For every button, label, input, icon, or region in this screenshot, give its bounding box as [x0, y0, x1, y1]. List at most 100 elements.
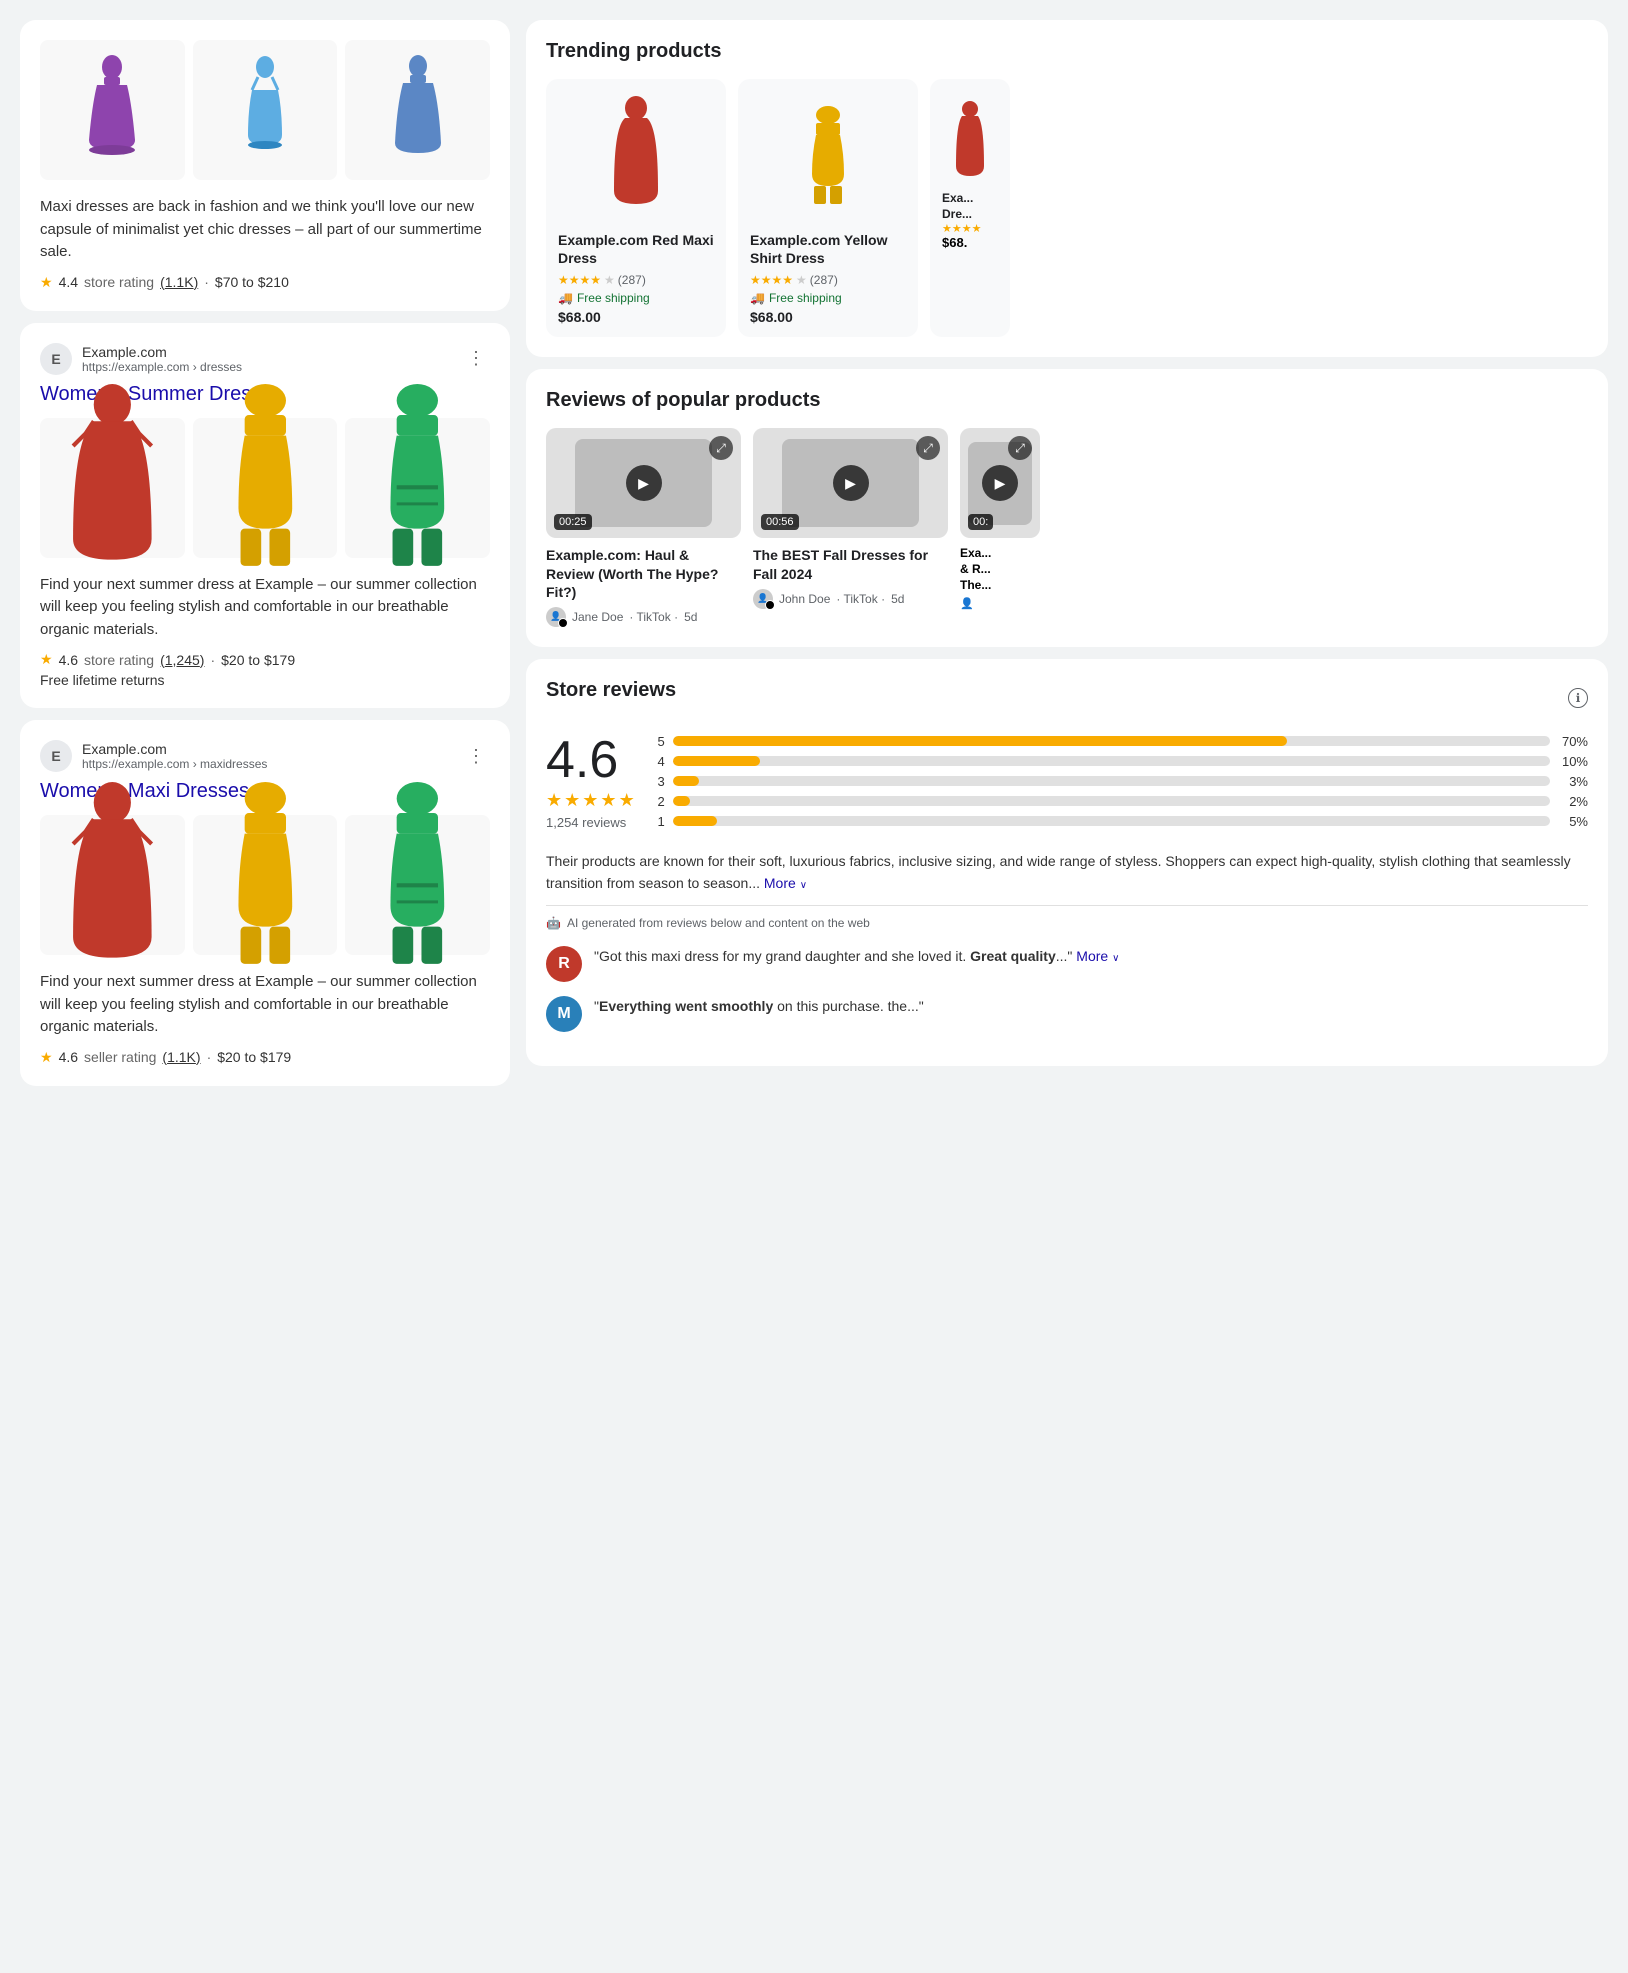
reviewer-avatar-2: M: [546, 996, 582, 1032]
bar-track-3: [673, 776, 1550, 786]
expand-icon-1[interactable]: ⤢: [709, 436, 733, 460]
bar-label-5: 5: [655, 734, 665, 749]
bar-fill-4: [673, 756, 761, 766]
rating-bars: 5 70% 4 10% 3 3% 2: [655, 734, 1588, 834]
author-avatar-1: 👤: [546, 607, 566, 627]
ai-more-link[interactable]: More ∨: [764, 875, 807, 891]
product-img-red: [558, 91, 714, 221]
product-card-2-title: Example.com Yellow Shirt Dress: [750, 231, 906, 267]
product-card-1[interactable]: Example.com Red Maxi Dress ★★★★★ (287) 🚚…: [546, 79, 726, 337]
dress-yellow-image-3: [193, 815, 338, 955]
bar-track-5: [673, 736, 1550, 746]
video-thumb-2[interactable]: ▶ 00:56 ⤢: [753, 428, 948, 538]
ai-generated-label: 🤖 AI generated from reviews below and co…: [546, 916, 1588, 930]
card3-rating-count[interactable]: (1.1K): [162, 1049, 200, 1065]
dress-images-row-2: [40, 418, 490, 558]
expand-icon-2[interactable]: ⤢: [916, 436, 940, 460]
dress-yellow-image: [193, 418, 338, 558]
store-name-3: Example.com: [82, 741, 452, 757]
bar-track-1: [673, 816, 1550, 826]
dress-purple-image: [40, 40, 185, 180]
bar-label-1: 1: [655, 814, 665, 829]
bar-row-2: 2 2%: [655, 794, 1588, 809]
product-card-2-price: $68.00: [750, 309, 906, 325]
store-info-2: Example.com https://example.com › dresse…: [82, 344, 452, 374]
card1-rating: 4.4: [59, 274, 78, 290]
store-header-3: E Example.com https://example.com › maxi…: [40, 740, 490, 772]
play-button-3[interactable]: ▶: [982, 465, 1018, 501]
dot-separator: store rating: [84, 274, 154, 290]
card2-rating-count[interactable]: (1,245): [160, 652, 204, 668]
bar-fill-5: [673, 736, 1287, 746]
dress-green-image: [345, 418, 490, 558]
tiktok-badge-1: [558, 618, 568, 627]
dot3: store rating: [84, 652, 154, 668]
info-icon[interactable]: ℹ: [1568, 688, 1588, 708]
bar-fill-3: [673, 776, 699, 786]
bar-label-2: 2: [655, 794, 665, 809]
star-icon: ★: [40, 274, 53, 291]
trending-products-row: Example.com Red Maxi Dress ★★★★★ (287) 🚚…: [546, 79, 1588, 337]
video-card-2[interactable]: ▶ 00:56 ⤢ The BEST Fall Dresses for Fall…: [753, 428, 948, 627]
store-name-2: Example.com: [82, 344, 452, 360]
video-duration-1: 00:25: [554, 514, 592, 530]
trending-products-section: Trending products Example.com Red Maxi D…: [526, 20, 1608, 357]
card-summer-dresses: E Example.com https://example.com › dres…: [20, 323, 510, 709]
store-reviews-section: Store reviews ℹ 4.6 ★ ★ ★ ★ ★ 1,254 revi…: [526, 659, 1608, 1066]
more-options-button-3[interactable]: ⋮: [462, 742, 490, 770]
ai-summary: Their products are known for their soft,…: [546, 850, 1588, 906]
platform-2: · TikTok ·: [836, 592, 885, 606]
card2-price-range: $20 to $179: [221, 652, 295, 668]
card1-rating-count[interactable]: (1.1K): [160, 274, 198, 290]
star-1: ★: [546, 790, 562, 811]
store-reviews-title: Store reviews: [546, 679, 676, 702]
dress-cyan-image: [193, 40, 338, 180]
video-author-3-partial: 👤: [960, 597, 1040, 610]
play-button-1[interactable]: ▶: [626, 465, 662, 501]
card3-price-range: $20 to $179: [217, 1049, 291, 1065]
bar-pct-1: 5%: [1558, 814, 1588, 829]
bar-track-4: [673, 756, 1550, 766]
review-text-1: "Got this maxi dress for my grand daught…: [594, 946, 1119, 982]
product-card-2[interactable]: Example.com Yellow Shirt Dress ★★★★★ (28…: [738, 79, 918, 337]
reviews-overview: 4.6 ★ ★ ★ ★ ★ 1,254 reviews 5 70%: [546, 734, 1588, 834]
bar-row-3: 3 3%: [655, 774, 1588, 789]
store-url-2: https://example.com › dresses: [82, 360, 452, 374]
left-column: Maxi dresses are back in fashion and we …: [20, 20, 510, 1953]
tiktok-badge-2: [765, 600, 775, 610]
video-time-1: 5d: [684, 610, 697, 624]
review-more-1[interactable]: More ∨: [1076, 948, 1119, 964]
video-card-1[interactable]: ▶ 00:25 ⤢ Example.com: Haul & Review (Wo…: [546, 428, 741, 627]
dress-red-image-3: [40, 815, 185, 955]
video-duration-3: 00:: [968, 514, 993, 530]
platform-1: · TikTok ·: [629, 610, 678, 624]
dress-green-image-3: [345, 815, 490, 955]
video-author-1: 👤 Jane Doe · TikTok · 5d: [546, 607, 741, 627]
product-card-3-partial[interactable]: Exa...Dre... ★★★★ $68.: [930, 79, 1010, 337]
video-card-3-partial[interactable]: ▶ 00: ⤢ Exa...& R...The... 👤: [960, 428, 1040, 627]
store-reviews-header: Store reviews ℹ: [546, 679, 1588, 718]
author-name-2: John Doe: [779, 592, 830, 606]
more-options-button-2[interactable]: ⋮: [462, 345, 490, 373]
card3-rating: 4.6: [59, 1049, 78, 1065]
video-time-2: 5d: [891, 592, 904, 606]
dot6: ·: [207, 1049, 212, 1065]
store-url-3: https://example.com › maxidresses: [82, 757, 452, 771]
product-card-2-shipping: 🚚 Free shipping: [750, 291, 906, 305]
card-maxi-dresses-3: E Example.com https://example.com › maxi…: [20, 720, 510, 1086]
video-thumb-1[interactable]: ▶ 00:25 ⤢: [546, 428, 741, 538]
dress-images-row-1: [40, 40, 490, 180]
star-icon-2: ★: [40, 651, 53, 668]
video-row: ▶ 00:25 ⤢ Example.com: Haul & Review (Wo…: [546, 428, 1588, 627]
play-button-2[interactable]: ▶: [833, 465, 869, 501]
product-card-1-title: Example.com Red Maxi Dress: [558, 231, 714, 267]
author-avatar-2: 👤: [753, 589, 773, 609]
video-thumb-3[interactable]: ▶ 00: ⤢: [960, 428, 1040, 538]
product-img-yellow: [750, 91, 906, 221]
review-item-1: R "Got this maxi dress for my grand daug…: [546, 946, 1588, 982]
video-duration-2: 00:56: [761, 514, 799, 530]
bar-label-4: 4: [655, 754, 665, 769]
video-title-3-partial: Exa...& R...The...: [960, 546, 1040, 593]
free-returns: Free lifetime returns: [40, 672, 490, 688]
video-title-2: The BEST Fall Dresses for Fall 2024: [753, 546, 948, 582]
